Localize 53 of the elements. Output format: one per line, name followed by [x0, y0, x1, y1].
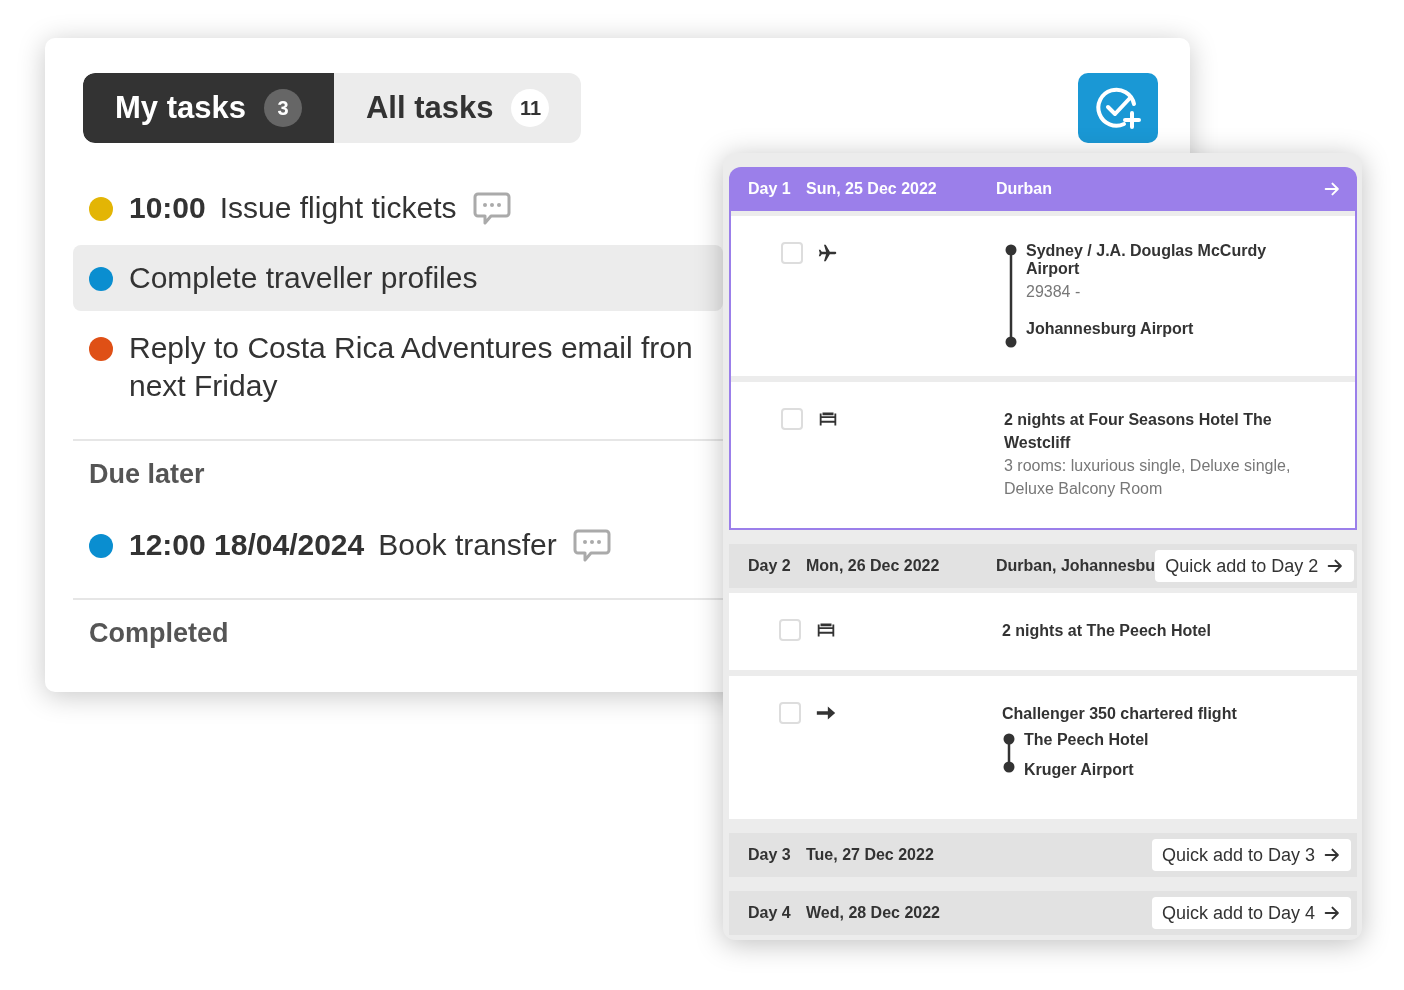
checkbox[interactable] — [779, 702, 801, 724]
section-heading: Completed — [89, 618, 229, 649]
day-label: Day 2 — [748, 557, 792, 575]
task-row[interactable]: 10:00 Issue flight tickets — [73, 175, 723, 241]
route-stop: Kruger Airport — [1024, 761, 1135, 779]
day-location: Durban — [996, 180, 1052, 197]
checkbox[interactable] — [781, 408, 803, 430]
route-stop: The Peech Hotel — [1024, 731, 1150, 749]
checkbox[interactable] — [779, 619, 801, 641]
day-date: Wed, 28 Dec 2022 — [806, 904, 941, 922]
tab[interactable]: My tasks 3 — [83, 73, 334, 143]
comment-icon[interactable] — [472, 191, 511, 227]
task-row[interactable]: Reply to Costa Rica Adventures email fron next Friday — [73, 315, 723, 419]
day-date: Tue, 27 Dec 2022 — [806, 846, 935, 864]
stop-detail: 29384 - — [1026, 282, 1082, 302]
arrow-right-icon — [1323, 846, 1341, 864]
item-title: 2 nights at The Peech Hotel — [1002, 621, 1212, 641]
item-details: 3 rooms: luxurious single, Deluxe single, Deluxe Balcony Room — [1004, 456, 1292, 499]
quick-add-button[interactable]: Quick add to Day 4 — [1151, 897, 1351, 929]
day-date: Mon, 26 Dec 2022 — [806, 557, 941, 575]
day-label: Day 4 — [748, 904, 792, 922]
day-date: Sun, 25 Dec 2022 — [806, 180, 938, 198]
arrow-right-icon — [1323, 180, 1341, 198]
comment-icon[interactable] — [572, 528, 611, 564]
section-heading: Due later — [89, 459, 205, 490]
item-title: 2 nights at Four Seasons Hotel The Westcliff — [1004, 410, 1273, 453]
day-location: Durban, Johannesbu — [996, 557, 1156, 574]
count-badge: 3 — [263, 89, 302, 127]
route-line-icon — [1004, 244, 1018, 348]
task-title: Reply to Costa Rica Adventures email fron next Friday — [129, 330, 694, 404]
task-row[interactable]: Complete traveller profiles — [73, 245, 723, 311]
route-stop: Johannesburg Airport — [1026, 320, 1195, 338]
quick-add-button[interactable]: Quick add to Day 3 — [1151, 839, 1351, 871]
item-title: Challenger 350 chartered flight — [1002, 704, 1238, 724]
task-title: 12:00 18/04/2024 Book transfer — [129, 527, 557, 563]
count-badge: 11 — [511, 89, 550, 127]
task-title: 10:00 Issue flight tickets — [129, 190, 457, 226]
route-line-icon — [1002, 733, 1016, 773]
task-row[interactable]: 12:00 18/04/2024 Book transfer — [73, 512, 723, 578]
day-label: Day 1 — [748, 180, 792, 198]
arrow-right-icon — [1323, 904, 1341, 922]
checkbox[interactable] — [781, 242, 803, 264]
airplane-icon — [817, 242, 839, 264]
day-header[interactable]: Day 2 Mon, 26 Dec 2022 Durban, Johannesbu Quick add to Day 2 — [729, 544, 1357, 588]
task-title: Complete traveller profiles — [129, 260, 479, 296]
day-header[interactable]: Day 4 Wed, 28 Dec 2022 Quick add to Day 4 — [729, 891, 1357, 935]
add-task-button[interactable] — [1078, 73, 1158, 143]
quick-add-button[interactable]: Quick add to Day 2 — [1155, 550, 1355, 582]
route-stop: Sydney / J.A. Douglas McCurdy Airport — [1026, 242, 1268, 278]
arrow-right-icon — [1326, 557, 1345, 575]
day-header[interactable]: Day 3 Tue, 27 Dec 2022 Quick add to Day 3 — [729, 833, 1357, 877]
day-label: Day 3 — [748, 846, 792, 864]
tab[interactable]: All tasks 11 — [333, 73, 582, 143]
